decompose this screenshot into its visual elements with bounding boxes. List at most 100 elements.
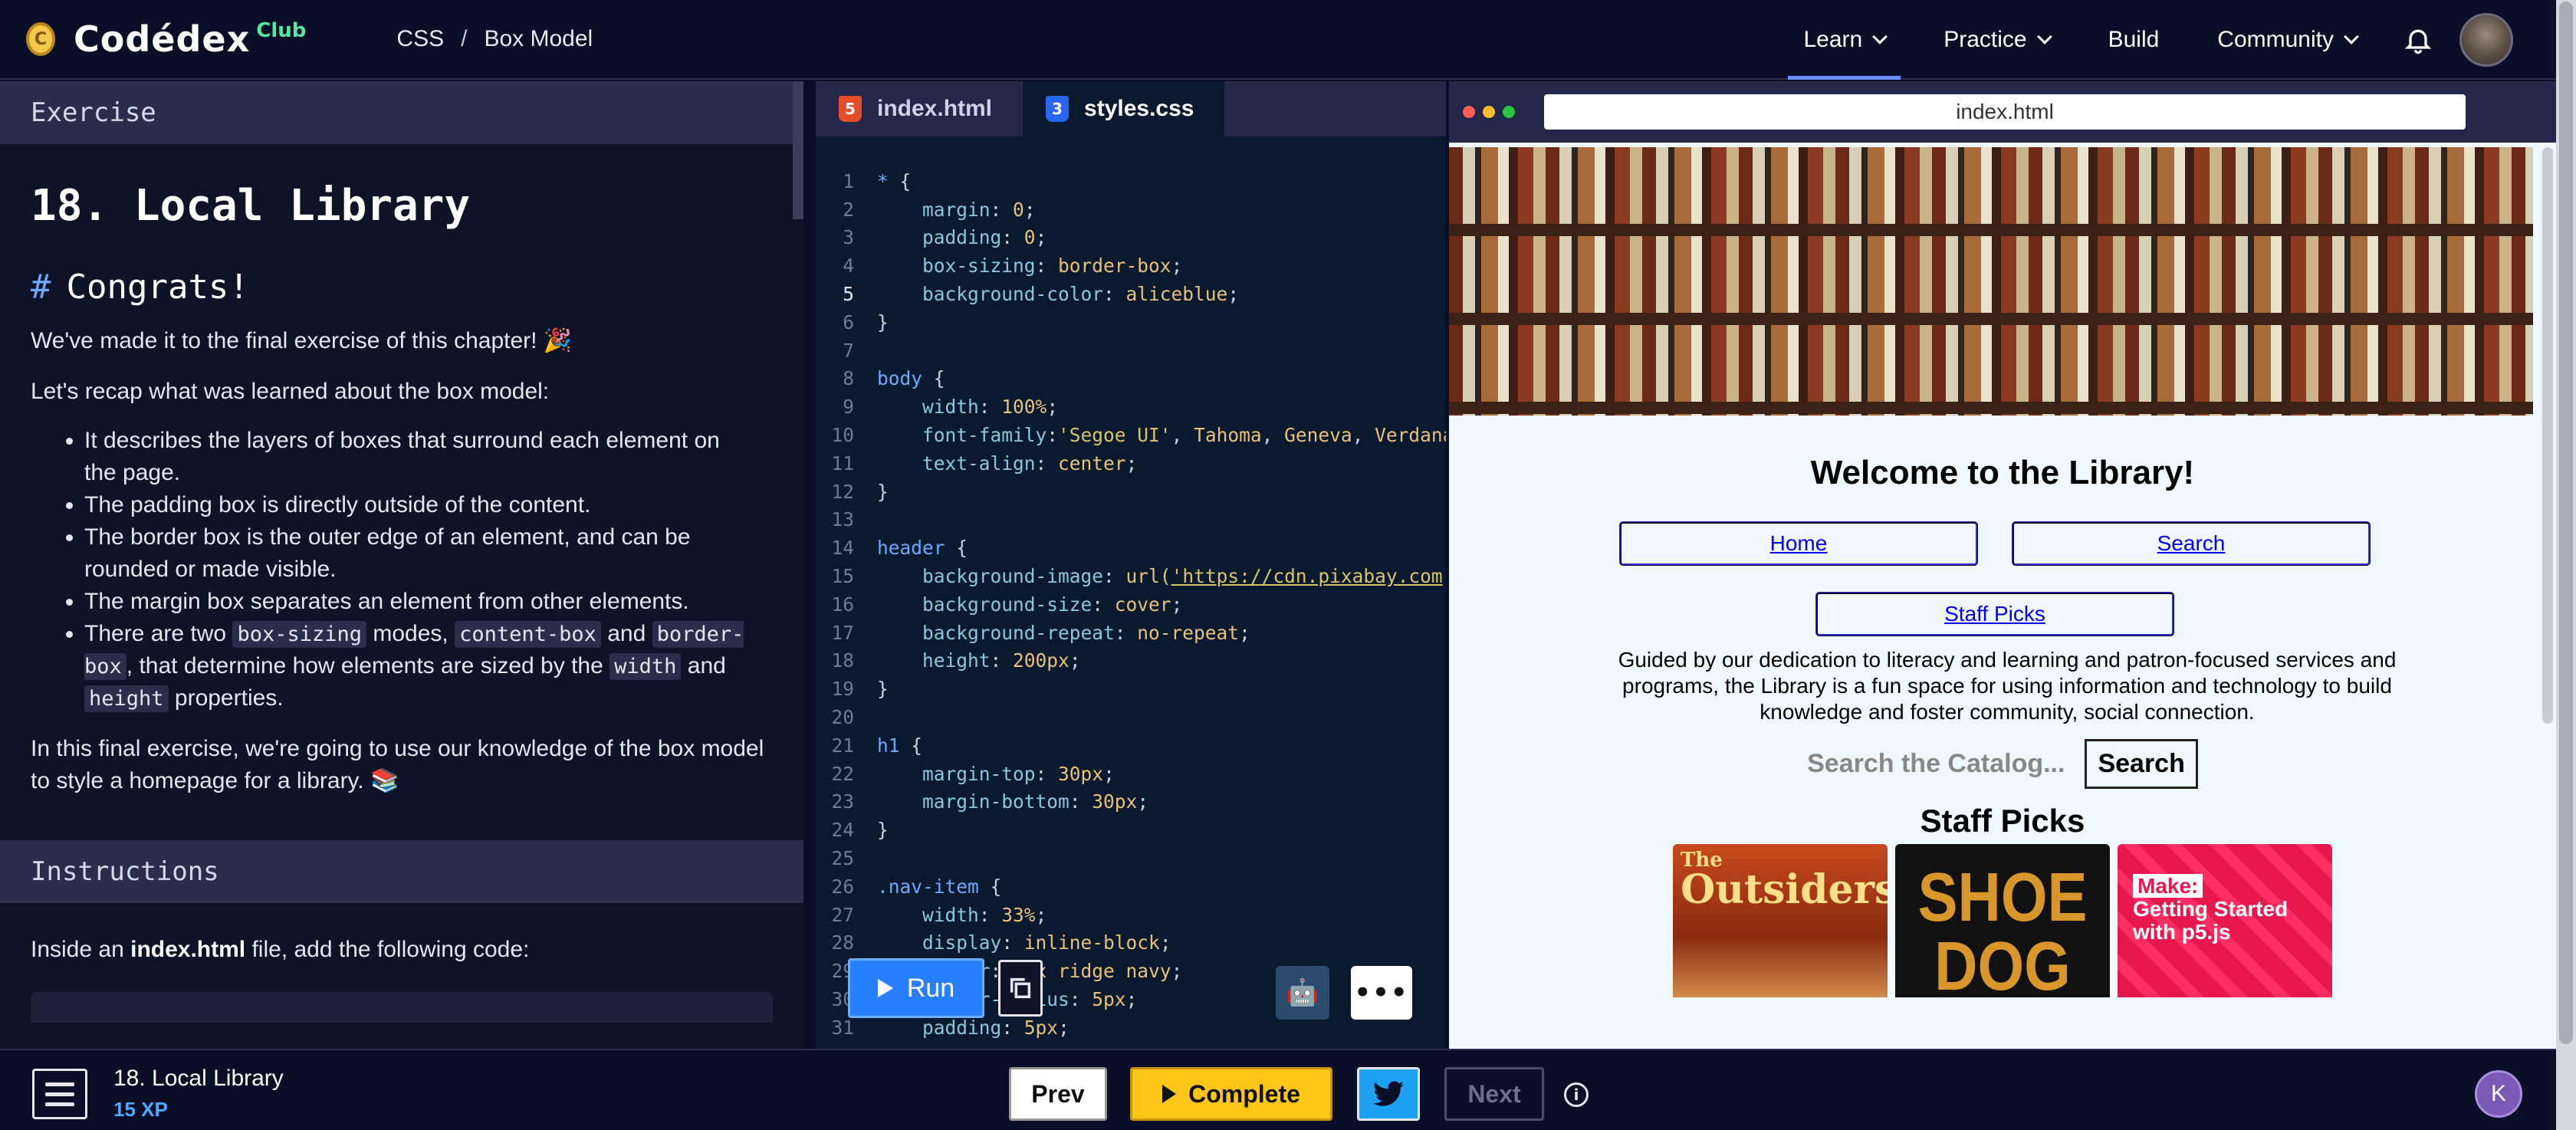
nav-learn-label: Learn bbox=[1803, 27, 1863, 52]
nav-item-search[interactable]: Search bbox=[2012, 521, 2371, 566]
nav-practice[interactable]: Practice bbox=[1928, 0, 2065, 80]
list-item: There are two box-sizing modes, content-… bbox=[84, 618, 757, 714]
user-avatar[interactable] bbox=[2459, 13, 2513, 67]
library-about-text: Guided by our dedication to literacy and… bbox=[1618, 648, 2397, 724]
code-line: 4 box-sizing: border-box; bbox=[843, 255, 1183, 278]
nav-learn[interactable]: Learn bbox=[1788, 0, 1901, 80]
code-editor: 5 index.html 3 styles.css 1 * { 2 margin:… bbox=[816, 81, 1446, 1049]
nav-item-home[interactable]: Home bbox=[1619, 521, 1978, 566]
more-options-button[interactable]: ••• bbox=[1351, 966, 1412, 1020]
next-button[interactable]: Next bbox=[1444, 1067, 1544, 1121]
code-area[interactable]: 1 * { 2 margin: 0; 3 padding: 0; 4 box-si… bbox=[816, 167, 1446, 1042]
intro-text: We've made it to the final exercise of t… bbox=[31, 328, 573, 353]
copy-button[interactable] bbox=[998, 960, 1043, 1017]
code-line: 1 * { bbox=[843, 169, 912, 192]
chevron-down-icon bbox=[1872, 29, 1888, 44]
complete-button[interactable]: Complete bbox=[1130, 1067, 1332, 1121]
exercise-scrollbar[interactable] bbox=[793, 81, 803, 219]
code-line: 21 h1 { bbox=[831, 734, 923, 757]
lesson-list-button[interactable] bbox=[32, 1069, 87, 1119]
code-line: 25 bbox=[831, 847, 854, 870]
coin-icon: C bbox=[26, 22, 55, 56]
code-line: 24} bbox=[831, 819, 889, 842]
bell-icon[interactable] bbox=[2403, 25, 2433, 55]
instructions-code-block bbox=[31, 992, 773, 1023]
code-line: 19} bbox=[831, 678, 889, 701]
closing-text: In this final exercise, we're going to u… bbox=[31, 736, 764, 793]
catalog-search-button[interactable]: Search bbox=[2085, 739, 2198, 789]
ai-helper-button[interactable]: 🤖 bbox=[1276, 966, 1329, 1020]
book-cover[interactable]: The Outsiders bbox=[1673, 844, 1888, 997]
nav-build-label: Build bbox=[2108, 27, 2160, 52]
code-line: 16 background-size: cover; bbox=[831, 593, 1183, 616]
nav-community[interactable]: Community bbox=[2202, 0, 2372, 80]
bullet-text: There are two bbox=[84, 621, 227, 646]
code-line: 15 background-image: url('https://cdn.pi… bbox=[831, 565, 1443, 588]
main-nav: Learn Practice Build Community bbox=[1788, 0, 2556, 80]
instructions-text: Inside an index.html file, add the follo… bbox=[31, 934, 773, 966]
list-icon-line bbox=[45, 1102, 74, 1106]
code-line: 20 bbox=[831, 706, 854, 729]
logo-text: Codédex bbox=[74, 18, 251, 60]
user-avatar-small[interactable]: K bbox=[2475, 1070, 2522, 1118]
robot-icon: 🤖 bbox=[1286, 978, 1319, 1007]
catalog-search: Search the Catalog... Search bbox=[1449, 739, 2556, 789]
run-button[interactable]: Run bbox=[848, 958, 984, 1018]
list-icon-line bbox=[45, 1082, 74, 1086]
preview-url-bar[interactable]: index.html bbox=[1544, 94, 2466, 130]
page-scrollbar[interactable] bbox=[2556, 0, 2576, 1130]
hash-icon: # bbox=[31, 268, 51, 307]
recap-intro: Let's recap what was learned about the b… bbox=[31, 379, 550, 404]
css3-icon: 3 bbox=[1046, 96, 1070, 122]
inline-code: width bbox=[610, 653, 682, 680]
book-title: SHOE DOG bbox=[1895, 862, 2110, 997]
breadcrumb: CSS / Box Model bbox=[396, 26, 593, 52]
tab-label: index.html bbox=[877, 96, 993, 121]
tab-index-html[interactable]: 5 index.html bbox=[816, 81, 1023, 136]
list-item: The margin box separates an element from… bbox=[84, 586, 757, 618]
window-maximize-dot bbox=[1503, 106, 1515, 118]
code-line: 2 margin: 0; bbox=[843, 198, 1036, 221]
code-line: 26 .nav-item { bbox=[831, 875, 1002, 898]
code-line: 10 font-family:'Segoe UI', Tahoma, Genev… bbox=[831, 424, 1446, 447]
book-cover[interactable]: Make: Getting Started with p5.js bbox=[2118, 844, 2332, 997]
book-title-line: DOG bbox=[1934, 927, 2071, 997]
breadcrumb-box-model[interactable]: Box Model bbox=[484, 26, 593, 52]
book-title-line: Getting Started with p5.js bbox=[2133, 897, 2288, 944]
book-cover[interactable]: SHOE DOG bbox=[1895, 844, 2110, 997]
library-header-image bbox=[1449, 147, 2533, 416]
copy-icon bbox=[1010, 977, 1031, 999]
bullet-text: properties. bbox=[174, 685, 284, 711]
code-line: 8 body { bbox=[843, 367, 945, 390]
bullet-text: and bbox=[607, 621, 646, 646]
code-line: 28 display: inline-block; bbox=[831, 931, 1171, 954]
info-icon[interactable]: i bbox=[1564, 1082, 1589, 1107]
lesson-xp: 15 XP bbox=[113, 1098, 168, 1121]
tab-styles-css[interactable]: 3 styles.css bbox=[1023, 81, 1225, 136]
preview-toolbar: index.html bbox=[1449, 81, 2556, 143]
bottom-bar: 18. Local Library 15 XP Prev Complete Ne… bbox=[0, 1049, 2556, 1130]
congrats-heading: # Congrats! bbox=[31, 268, 803, 307]
prev-button[interactable]: Prev bbox=[1009, 1067, 1107, 1121]
catalog-search-input[interactable]: Search the Catalog... bbox=[1807, 749, 2065, 779]
code-line: 6} bbox=[843, 310, 889, 333]
lesson-title: 18. Local Library bbox=[113, 1066, 284, 1091]
library-heading: Welcome to the Library! bbox=[1810, 454, 2195, 491]
page-scrollbar-thumb[interactable] bbox=[2559, 2, 2573, 1044]
code-line: 14 header { bbox=[831, 537, 968, 560]
chevron-down-icon bbox=[2344, 29, 2359, 44]
exercise-header: Exercise bbox=[0, 81, 803, 144]
twitter-share-button[interactable] bbox=[1357, 1067, 1420, 1121]
nav-item-staff-picks[interactable]: Staff Picks bbox=[1815, 592, 2174, 636]
bullet-text: and bbox=[687, 653, 726, 678]
code-line: 23 margin-bottom: 30px; bbox=[831, 790, 1149, 813]
tab-label: styles.css bbox=[1084, 96, 1194, 121]
codedex-logo[interactable]: C Codédex Club bbox=[26, 18, 306, 60]
inline-code: box-sizing bbox=[232, 621, 366, 648]
code-line: 13 bbox=[831, 508, 854, 531]
nav-build[interactable]: Build bbox=[2093, 0, 2175, 80]
exercise-title: 18. Local Library bbox=[31, 181, 471, 231]
twitter-icon bbox=[1373, 1081, 1404, 1106]
breadcrumb-css[interactable]: CSS bbox=[396, 26, 444, 52]
staff-picks-books: The Outsiders SHOE DOG Make: Getting Start… bbox=[1449, 844, 2556, 997]
